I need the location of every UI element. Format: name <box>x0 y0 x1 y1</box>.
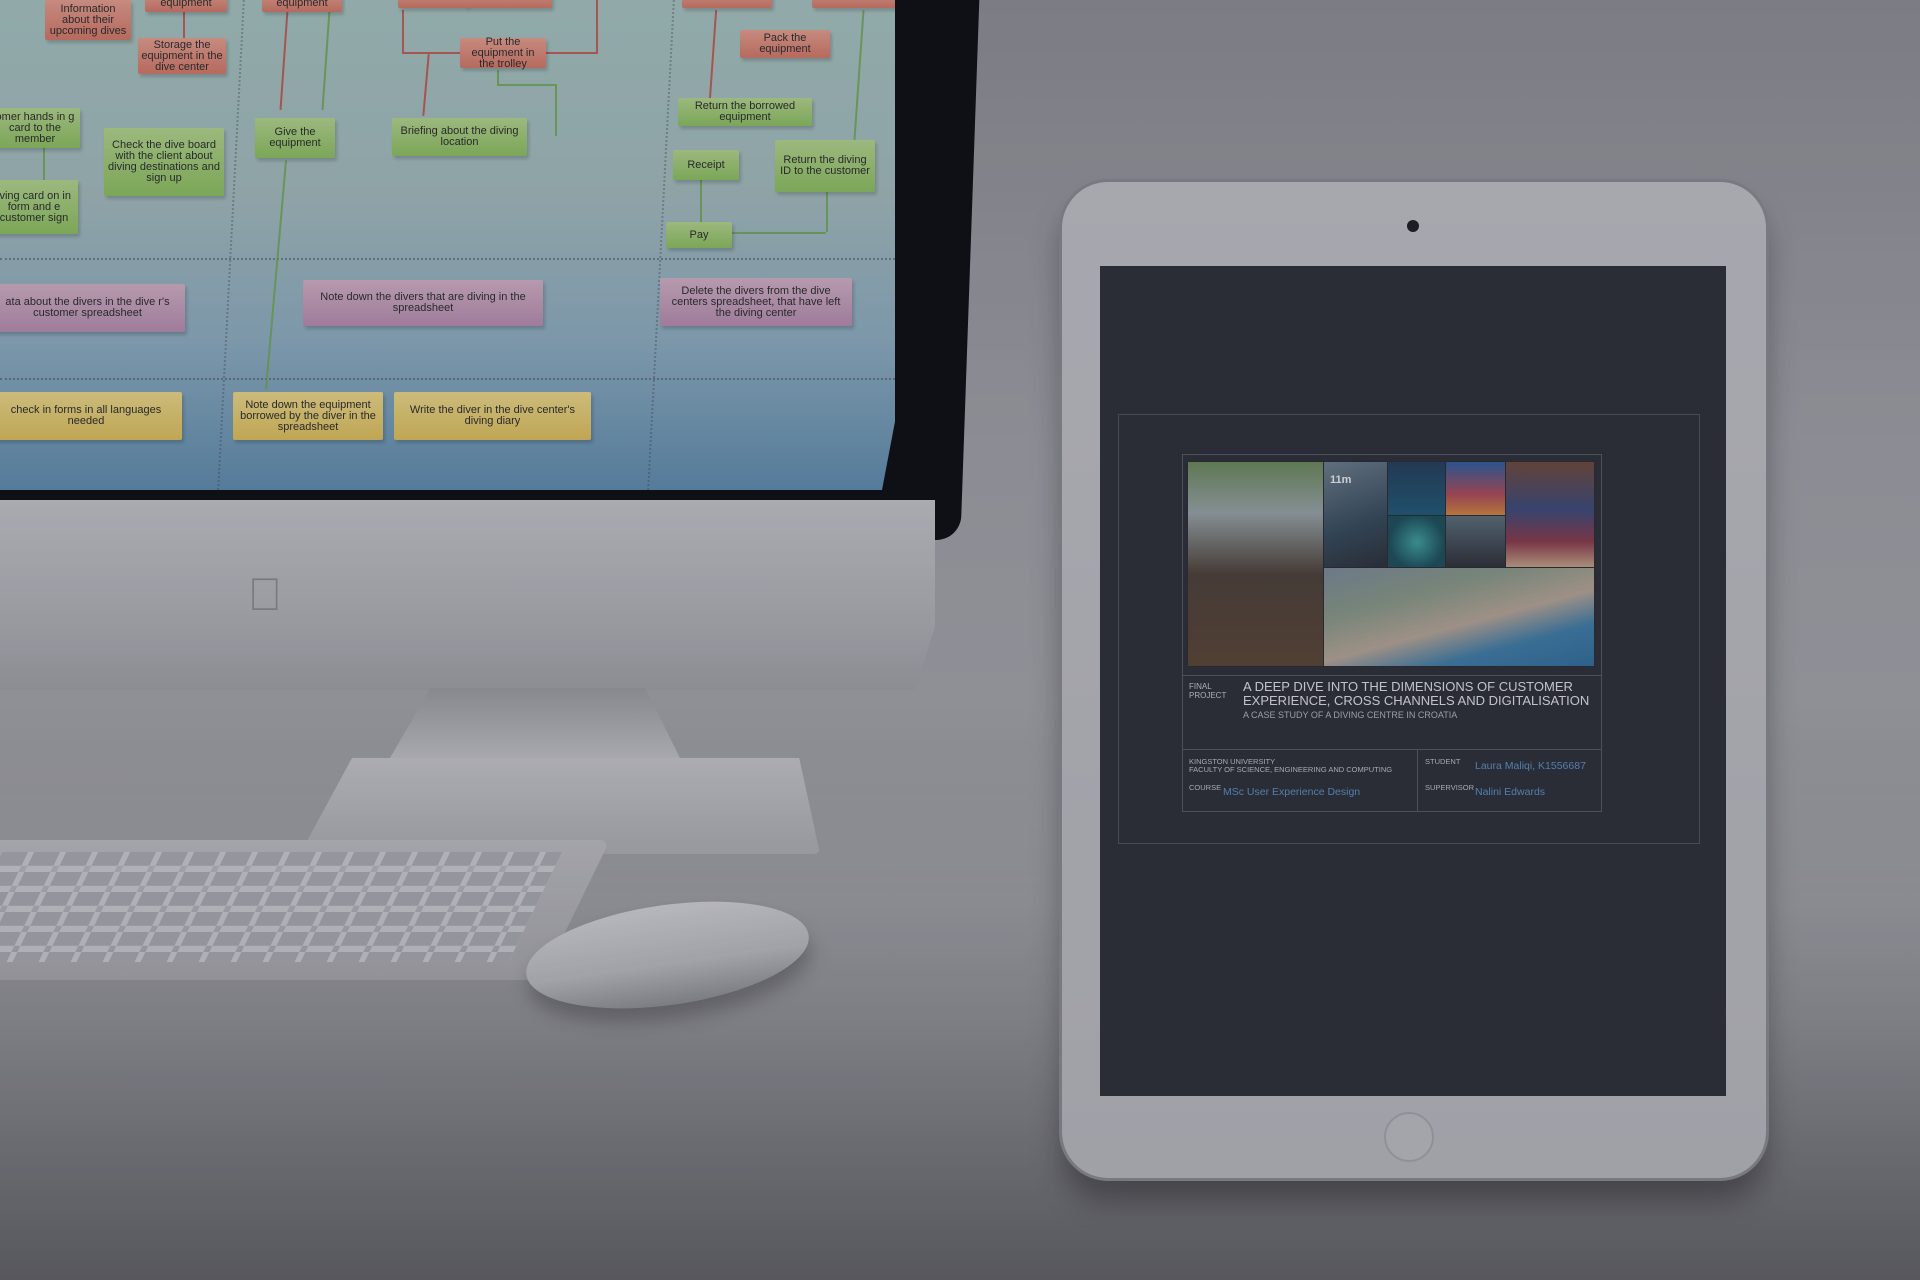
photo-wetsuit-rack <box>1505 461 1595 569</box>
connector <box>497 84 555 86</box>
connector <box>402 52 462 54</box>
connector <box>402 10 404 52</box>
flow-box <box>812 0 895 8</box>
keyboard <box>0 840 611 980</box>
imac-neck <box>390 688 680 758</box>
flow-box: check in forms in all languages needed <box>0 392 182 440</box>
flow-box: Pay <box>666 222 732 248</box>
photo-diver-underwater <box>1387 461 1447 517</box>
flow-box <box>398 0 468 8</box>
flow-box: equipment <box>262 0 342 12</box>
connector <box>826 192 828 232</box>
flow-box: Put the equipment in the trolley <box>460 36 546 69</box>
photo-coastal-town <box>1323 567 1595 667</box>
connector <box>422 54 430 116</box>
document-title: A DEEP DIVE INTO THE DIMENSIONS OF CUSTO… <box>1243 679 1590 708</box>
apple-logo-icon:  <box>245 568 285 620</box>
connector <box>183 10 185 38</box>
flow-box <box>466 0 552 8</box>
document-subtitle: A CASE STUDY OF A DIVING CENTRE IN CROAT… <box>1243 710 1458 720</box>
flow-box: Pack the equipment <box>740 30 830 58</box>
flow-box: ata about the divers in the dive r's cus… <box>0 284 185 332</box>
photo-dive-centre-sign: 11m <box>1323 461 1389 569</box>
photo-underwater-cave <box>1387 515 1447 569</box>
flow-box: Storage the equipment in the dive center <box>138 38 226 74</box>
ipad-device: 11m FINAL PROJECT A DEEP DIVE INTO THE D… <box>1062 182 1766 1178</box>
flow-box: Briefing about the diving location <box>392 118 527 156</box>
swimlane-divider <box>0 378 895 380</box>
ipad-camera-icon <box>1407 220 1419 232</box>
flow-box: Return the borrowed equipment <box>678 98 812 126</box>
connector <box>555 84 557 136</box>
info-divider <box>1417 750 1418 812</box>
supervisor-label: SUPERVISOR <box>1425 783 1475 792</box>
supervisor-value: Nalini Edwards <box>1475 786 1546 798</box>
flow-box: equipment <box>145 0 227 12</box>
flow-box: Return the diving ID to the customer <box>775 140 875 192</box>
ipad-screen: 11m FINAL PROJECT A DEEP DIVE INTO THE D… <box>1100 266 1726 1096</box>
flow-box: Note down the equipment borrowed by the … <box>233 392 383 440</box>
flow-box <box>682 0 772 8</box>
home-button-icon[interactable] <box>1384 1112 1434 1162</box>
flow-box: Receipt <box>673 150 739 180</box>
keyboard-keys <box>0 852 563 962</box>
document-cover: 11m FINAL PROJECT A DEEP DIVE INTO THE D… <box>1182 454 1602 812</box>
connector <box>264 160 288 390</box>
final-project-label: FINAL PROJECT <box>1189 682 1227 700</box>
flow-box: Information about their upcoming dives <box>45 0 131 40</box>
flow-box: Note down the divers that are diving in … <box>303 280 543 326</box>
connector <box>853 10 865 140</box>
student-label: STUDENT <box>1425 757 1461 766</box>
course-value: MSc User Experience Design <box>1223 786 1361 798</box>
connector <box>279 10 289 110</box>
title-block: FINAL PROJECT A DEEP DIVE INTO THE DIMEN… <box>1183 675 1601 750</box>
imac-chin <box>0 500 935 690</box>
flow-box: Give the equipment <box>255 118 335 158</box>
flow-box: Check the dive board with the client abo… <box>104 128 224 196</box>
photo-dive-tanks <box>1445 515 1507 569</box>
info-block: KINGSTON UNIVERSITY FACULTY OF SCIENCE, … <box>1183 749 1601 812</box>
connector <box>540 52 596 54</box>
connector <box>596 0 598 54</box>
faculty-name: FACULTY OF SCIENCE, ENGINEERING AND COMP… <box>1189 765 1393 774</box>
student-value: Laura Maliqi, K1556687 <box>1475 760 1586 772</box>
course-label: COURSE <box>1189 783 1222 792</box>
connector <box>497 70 499 84</box>
flow-box: Write the diver in the dive center's div… <box>394 392 591 440</box>
flow-box: Delete the divers from the dive centers … <box>660 278 852 326</box>
flow-box: omer hands in g card to the member <box>0 108 80 148</box>
connector <box>708 10 718 100</box>
photo-coral-reef <box>1445 461 1507 517</box>
imac-screen: Information about their upcoming dives e… <box>0 0 895 490</box>
connector <box>43 146 45 184</box>
flow-box: iving card on in form and e customer sig… <box>0 180 78 234</box>
connector <box>321 10 331 110</box>
swimlane-divider <box>0 258 895 260</box>
connector <box>732 232 826 234</box>
photo-dive-centre-terrace <box>1187 461 1325 667</box>
